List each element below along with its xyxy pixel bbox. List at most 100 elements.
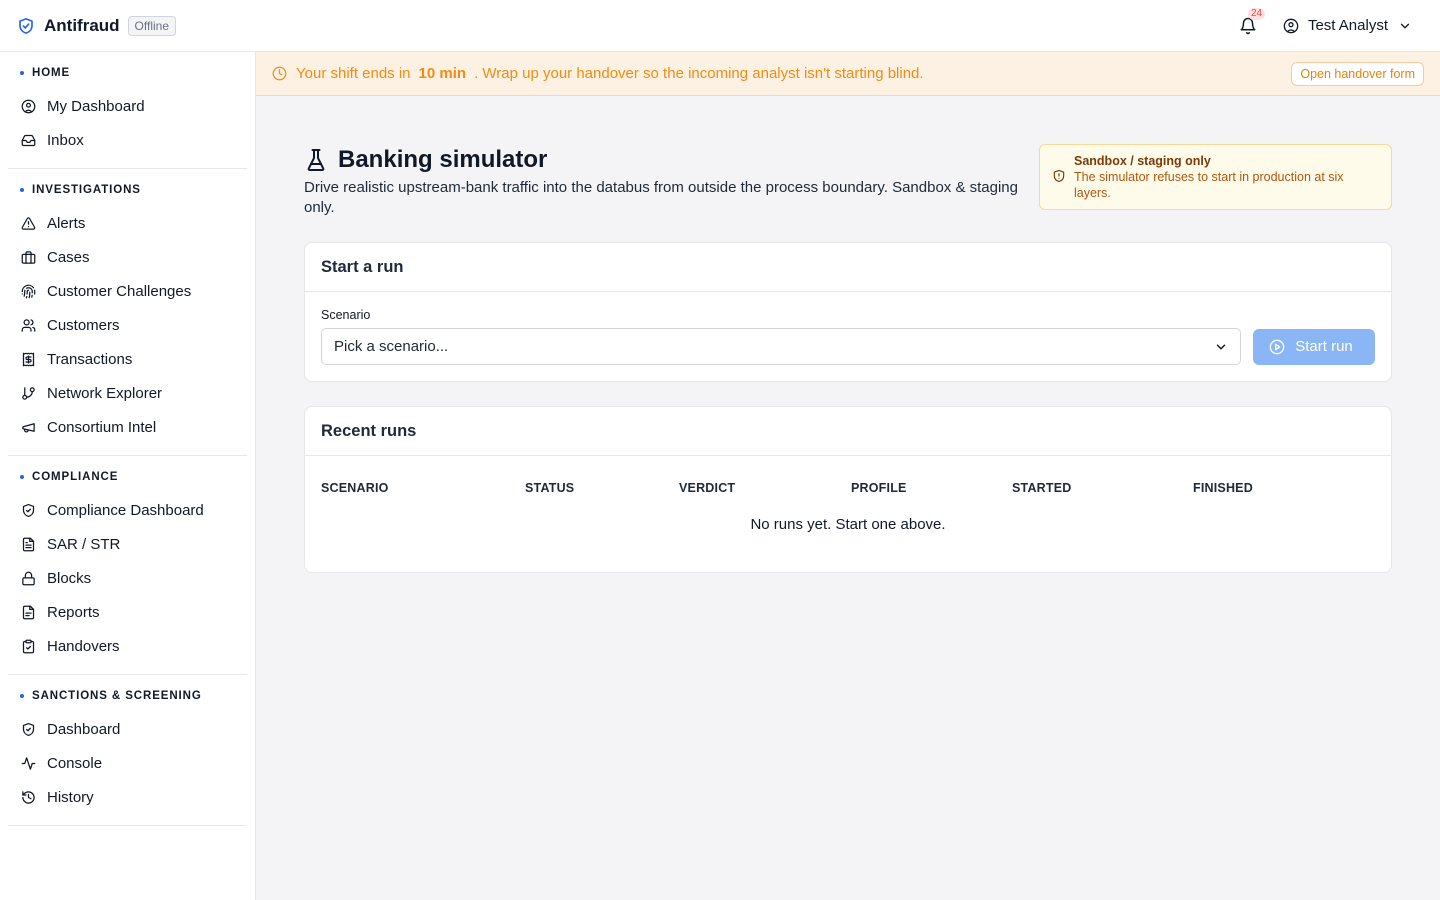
chevron-down-icon xyxy=(1398,19,1412,33)
user-name: Test Analyst xyxy=(1307,17,1388,34)
sidebar-section-compliance: COMPLIANCE Compliance Dashboard SAR / ST… xyxy=(8,456,247,675)
sidebar-item-label: Customers xyxy=(47,316,120,334)
user-circle-icon xyxy=(20,98,36,114)
sidebar-item-handovers[interactable]: Handovers xyxy=(8,629,247,663)
activity-icon xyxy=(20,755,36,771)
notifications-button[interactable]: 24 xyxy=(1237,7,1266,37)
brand[interactable]: Antifraud Offline xyxy=(17,15,177,36)
users-icon xyxy=(20,317,36,333)
shift-banner-suffix: . Wrap up your handover so the incoming … xyxy=(474,65,924,82)
column-header-scenario[interactable]: SCENARIO xyxy=(321,481,525,495)
sidebar-item-label: SAR / STR xyxy=(47,535,121,553)
user-menu[interactable]: Test Analyst xyxy=(1283,17,1412,34)
sidebar-item-consortium-intel[interactable]: Consortium Intel xyxy=(8,410,247,444)
sidebar-item-label: Cases xyxy=(47,248,90,266)
sidebar-item-sanctions-dashboard[interactable]: Dashboard xyxy=(8,712,247,746)
sidebar-item-customer-challenges[interactable]: Customer Challenges xyxy=(8,274,247,308)
sidebar-item-customers[interactable]: Customers xyxy=(8,308,247,342)
app-name: Antifraud xyxy=(44,15,120,35)
megaphone-icon xyxy=(20,419,36,435)
sidebar-item-label: Alerts xyxy=(47,214,86,232)
section-title: INVESTIGATIONS xyxy=(8,182,247,198)
file-icon xyxy=(20,604,36,620)
lock-icon xyxy=(20,570,36,586)
shield-check-icon xyxy=(17,17,35,35)
start-run-button[interactable]: Start run xyxy=(1253,328,1375,365)
main-content: Your shift ends in 10 min . Wrap up your… xyxy=(256,52,1440,900)
chevron-down-icon xyxy=(1214,340,1228,354)
clock-icon xyxy=(272,66,287,81)
sidebar-item-compliance-dashboard[interactable]: Compliance Dashboard xyxy=(8,493,247,527)
empty-state: No runs yet. Start one above. xyxy=(750,515,946,533)
sidebar-item-sar-str[interactable]: SAR / STR xyxy=(8,527,247,561)
table-header: SCENARIO STATUS VERDICT PROFILE STARTED … xyxy=(321,472,1375,504)
card-title: Recent runs xyxy=(305,407,1391,456)
sidebar-item-reports[interactable]: Reports xyxy=(8,595,247,629)
page-content: Banking simulator Drive realistic upstre… xyxy=(304,144,1392,573)
shift-banner-prefix: Your shift ends in xyxy=(296,65,411,82)
shield-alert-icon xyxy=(1052,169,1066,209)
runs-table: SCENARIO STATUS VERDICT PROFILE STARTED … xyxy=(305,456,1391,572)
column-header-started[interactable]: STARTED xyxy=(1012,481,1193,495)
sidebar-item-label: Reports xyxy=(47,603,100,621)
sidebar-item-label: Dashboard xyxy=(47,720,121,738)
sidebar-item-label: My Dashboard xyxy=(47,97,145,115)
inbox-icon xyxy=(20,132,36,148)
shield-check-icon xyxy=(20,721,36,737)
sidebar-item-label: Inbox xyxy=(47,131,84,149)
shift-banner-time: 10 min xyxy=(418,65,467,82)
column-header-profile[interactable]: PROFILE xyxy=(851,481,1012,495)
column-header-verdict[interactable]: VERDICT xyxy=(679,481,851,495)
sidebar-item-blocks[interactable]: Blocks xyxy=(8,561,247,595)
card-title: Start a run xyxy=(305,243,1391,292)
column-header-status[interactable]: STATUS xyxy=(525,481,679,495)
receipt-icon xyxy=(20,351,36,367)
sidebar-item-label: Console xyxy=(47,754,103,772)
sidebar-item-label: Transactions xyxy=(47,350,133,368)
sidebar: HOME My Dashboard Inbox INVESTIGATIONS A… xyxy=(0,52,256,900)
sidebar-section-home: HOME My Dashboard Inbox xyxy=(8,52,247,169)
flask-icon xyxy=(304,148,328,172)
sidebar-item-console[interactable]: Console xyxy=(8,746,247,780)
sidebar-item-network-explorer[interactable]: Network Explorer xyxy=(8,376,247,410)
sidebar-item-label: Consortium Intel xyxy=(47,418,157,436)
sidebar-item-history[interactable]: History xyxy=(8,780,247,814)
history-icon xyxy=(20,789,36,805)
alert-triangle-icon xyxy=(20,215,36,231)
sidebar-item-inbox[interactable]: Inbox xyxy=(8,123,247,157)
file-text-icon xyxy=(20,536,36,552)
top-bar: Antifraud Offline 24 Test Analyst xyxy=(0,0,1440,52)
scenario-select[interactable]: Pick a scenario... xyxy=(321,328,1241,365)
user-circle-icon xyxy=(1283,18,1299,34)
section-title: COMPLIANCE xyxy=(8,469,247,485)
sidebar-item-label: Compliance Dashboard xyxy=(47,501,204,519)
shield-check-icon xyxy=(20,502,36,518)
clipboard-check-icon xyxy=(20,638,36,654)
column-header-finished[interactable]: FINISHED xyxy=(1193,481,1253,495)
status-badge: Offline xyxy=(127,15,177,36)
briefcase-icon xyxy=(20,249,36,265)
sidebar-item-alerts[interactable]: Alerts xyxy=(8,206,247,240)
start-run-card: Start a run Scenario Pick a scenario... xyxy=(304,242,1392,382)
play-circle-icon xyxy=(1269,339,1285,355)
sidebar-section-investigations: INVESTIGATIONS Alerts Cases Customer Cha… xyxy=(8,169,247,456)
page-title: Banking simulator xyxy=(304,144,1034,176)
sandbox-notice-title: Sandbox / staging only xyxy=(1074,154,1211,168)
sidebar-item-cases[interactable]: Cases xyxy=(8,240,247,274)
git-branch-icon xyxy=(20,385,36,401)
page-description: Drive realistic upstream-bank traffic in… xyxy=(304,179,1018,216)
fingerprint-icon xyxy=(20,283,36,299)
open-handover-form-button[interactable]: Open handover form xyxy=(1291,61,1424,86)
scenario-select-value: Pick a scenario... xyxy=(334,338,449,355)
sidebar-item-transactions[interactable]: Transactions xyxy=(8,342,247,376)
sidebar-item-label: Network Explorer xyxy=(47,384,163,402)
sidebar-item-label: History xyxy=(47,788,94,806)
section-title: HOME xyxy=(8,65,247,81)
sandbox-notice-text: The simulator refuses to start in produc… xyxy=(1074,170,1344,200)
recent-runs-card: Recent runs SCENARIO STATUS VERDICT PROF… xyxy=(304,406,1392,573)
sidebar-item-my-dashboard[interactable]: My Dashboard xyxy=(8,89,247,123)
sidebar-item-label: Blocks xyxy=(47,569,92,587)
sidebar-item-label: Customer Challenges xyxy=(47,282,192,300)
scenario-label: Scenario xyxy=(321,308,371,322)
sandbox-notice: Sandbox / staging only The simulator ref… xyxy=(1039,144,1392,210)
